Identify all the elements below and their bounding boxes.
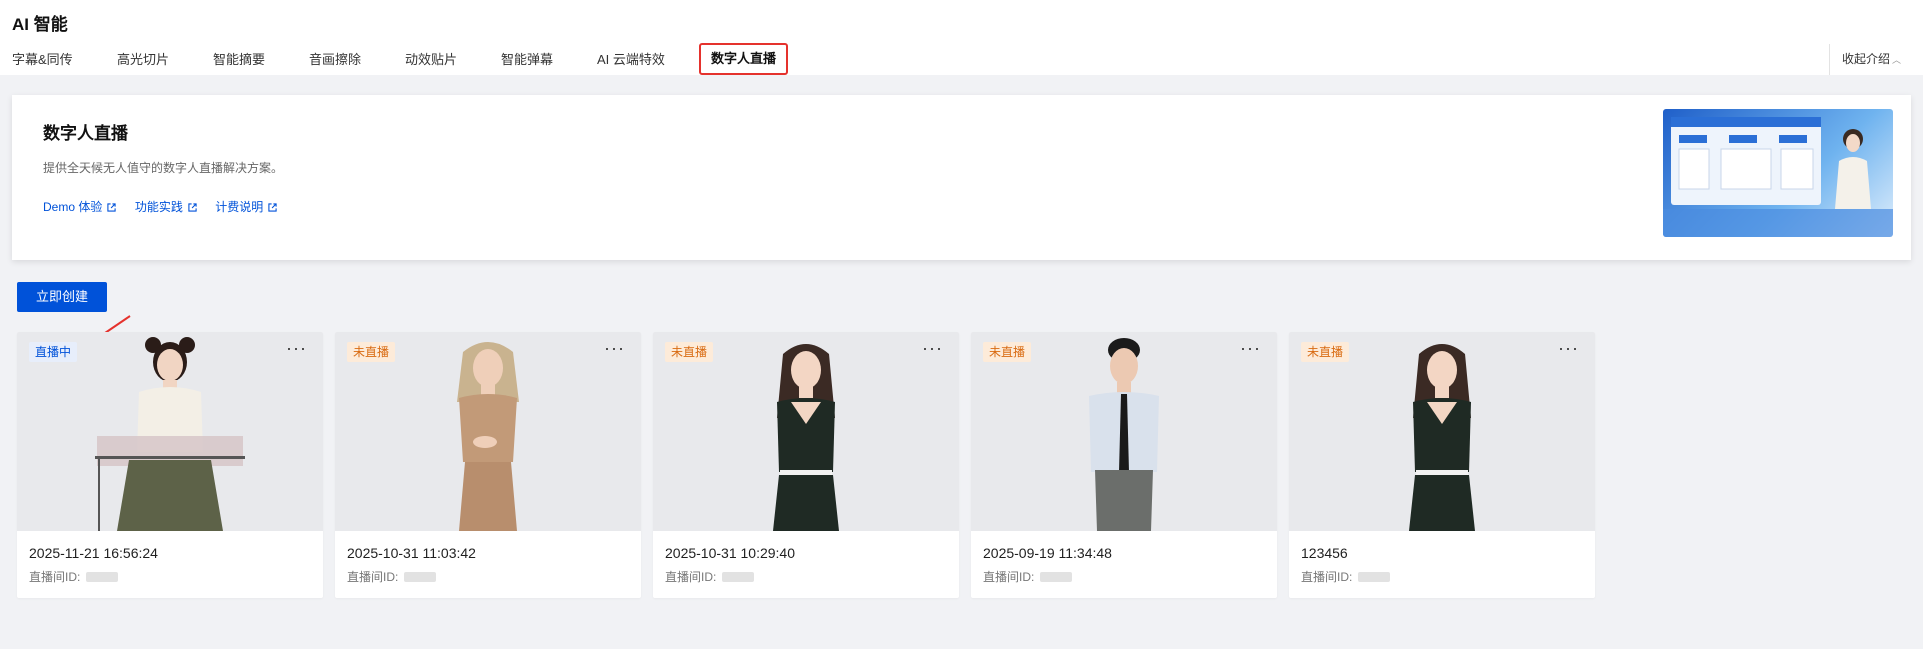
tab-erase[interactable]: 音画擦除 — [309, 44, 361, 75]
card-title: 2025-10-31 11:03:42 — [347, 545, 476, 561]
collapse-intro-label: 收起介绍 — [1841, 52, 1890, 66]
live-room-card[interactable]: 未直播 ··· 2025-10-31 10:29:40 直播间ID: — [653, 332, 959, 598]
intro-preview-image — [1663, 109, 1893, 237]
practice-link-label: 功能实践 — [134, 200, 183, 214]
intro-description: 提供全天候无人值守的数字人直播解决方案。 — [43, 161, 284, 175]
tab-motion-overlay[interactable]: 动效贴片 — [405, 44, 457, 75]
live-room-card[interactable]: 未直播 ··· 123456 直播间ID: — [1289, 332, 1595, 598]
external-link-icon — [268, 203, 277, 212]
demo-link[interactable]: Demo 体验 — [43, 198, 116, 215]
tab-cloud-effects[interactable]: AI 云端特效 — [597, 44, 665, 75]
external-link-icon — [188, 203, 197, 212]
card-room-id: 直播间ID: — [29, 568, 119, 585]
status-badge: 未直播 — [347, 342, 396, 362]
redacted-id — [1358, 572, 1391, 582]
top-bar: AI 智能 字幕&同传 高光切片 智能摘要 音画擦除 动效贴片 智能弹幕 AI … — [0, 0, 1923, 75]
tab-bar: 字幕&同传 高光切片 智能摘要 音画擦除 动效贴片 智能弹幕 AI 云端特效 数… — [0, 43, 1923, 75]
tab-smart-summary[interactable]: 智能摘要 — [213, 44, 265, 75]
card-room-id: 直播间ID: — [665, 568, 755, 585]
page-title: AI 智能 — [12, 15, 68, 34]
tab-subtitle[interactable]: 字幕&同传 — [12, 44, 73, 75]
more-options-icon[interactable]: ··· — [1240, 338, 1261, 358]
card-avatar-image: 未直播 ··· — [1289, 332, 1595, 531]
card-title: 123456 — [1301, 545, 1348, 561]
live-room-card[interactable]: 未直播 ··· 2025-09-19 11:34:48 直播间ID: — [971, 332, 1277, 598]
room-id-label: 直播间ID: — [665, 570, 717, 584]
status-badge: 未直播 — [983, 342, 1032, 362]
collapse-intro-button[interactable]: 收起介绍 ︿ — [1828, 44, 1901, 75]
tab-smart-danmaku[interactable]: 智能弹幕 — [501, 44, 553, 75]
more-options-icon[interactable]: ··· — [1558, 338, 1579, 358]
card-room-id: 直播间ID: — [983, 568, 1073, 585]
room-id-label: 直播间ID: — [983, 570, 1035, 584]
more-options-icon[interactable]: ··· — [604, 338, 625, 358]
redacted-id — [404, 572, 437, 582]
room-id-label: 直播间ID: — [1301, 570, 1353, 584]
external-link-icon — [107, 203, 116, 212]
card-avatar-image: 未直播 ··· — [971, 332, 1277, 531]
demo-link-label: Demo 体验 — [43, 200, 103, 214]
create-button[interactable]: 立即创建 — [17, 282, 107, 312]
redacted-id — [86, 572, 119, 582]
redacted-id — [1040, 572, 1073, 582]
intro-panel: 数字人直播 提供全天候无人值守的数字人直播解决方案。 Demo 体验 功能实践 … — [12, 95, 1911, 260]
status-badge: 直播中 — [29, 342, 78, 362]
live-room-card[interactable]: 直播中 ··· 2025-11-21 16:56:24 直播间ID: — [17, 332, 323, 598]
status-badge: 未直播 — [665, 342, 714, 362]
card-avatar-image: 未直播 ··· — [653, 332, 959, 531]
status-badge: 未直播 — [1301, 342, 1350, 362]
card-title: 2025-09-19 11:34:48 — [983, 545, 1112, 561]
card-title: 2025-11-21 16:56:24 — [29, 545, 158, 561]
room-id-label: 直播间ID: — [347, 570, 399, 584]
billing-link[interactable]: 计费说明 — [215, 198, 277, 215]
more-options-icon[interactable]: ··· — [922, 338, 943, 358]
tab-highlight-clip[interactable]: 高光切片 — [117, 44, 169, 75]
intro-title: 数字人直播 — [43, 124, 128, 143]
card-avatar-image: 未直播 ··· — [335, 332, 641, 531]
room-id-label: 直播间ID: — [29, 570, 81, 584]
redacted-id — [722, 572, 755, 582]
card-title: 2025-10-31 10:29:40 — [665, 545, 795, 561]
card-room-id: 直播间ID: — [1301, 568, 1391, 585]
more-options-icon[interactable]: ··· — [286, 338, 307, 358]
card-avatar-image: 直播中 ··· — [17, 332, 323, 531]
tab-digital-human-live[interactable]: 数字人直播 — [699, 43, 789, 75]
billing-link-label: 计费说明 — [215, 200, 264, 214]
practice-link[interactable]: 功能实践 — [135, 198, 197, 215]
chevron-up-icon: ︿ — [1891, 55, 1901, 65]
intro-links: Demo 体验 功能实践 计费说明 — [43, 198, 291, 216]
card-room-id: 直播间ID: — [347, 568, 437, 585]
live-room-card[interactable]: 未直播 ··· 2025-10-31 11:03:42 直播间ID: — [335, 332, 641, 598]
